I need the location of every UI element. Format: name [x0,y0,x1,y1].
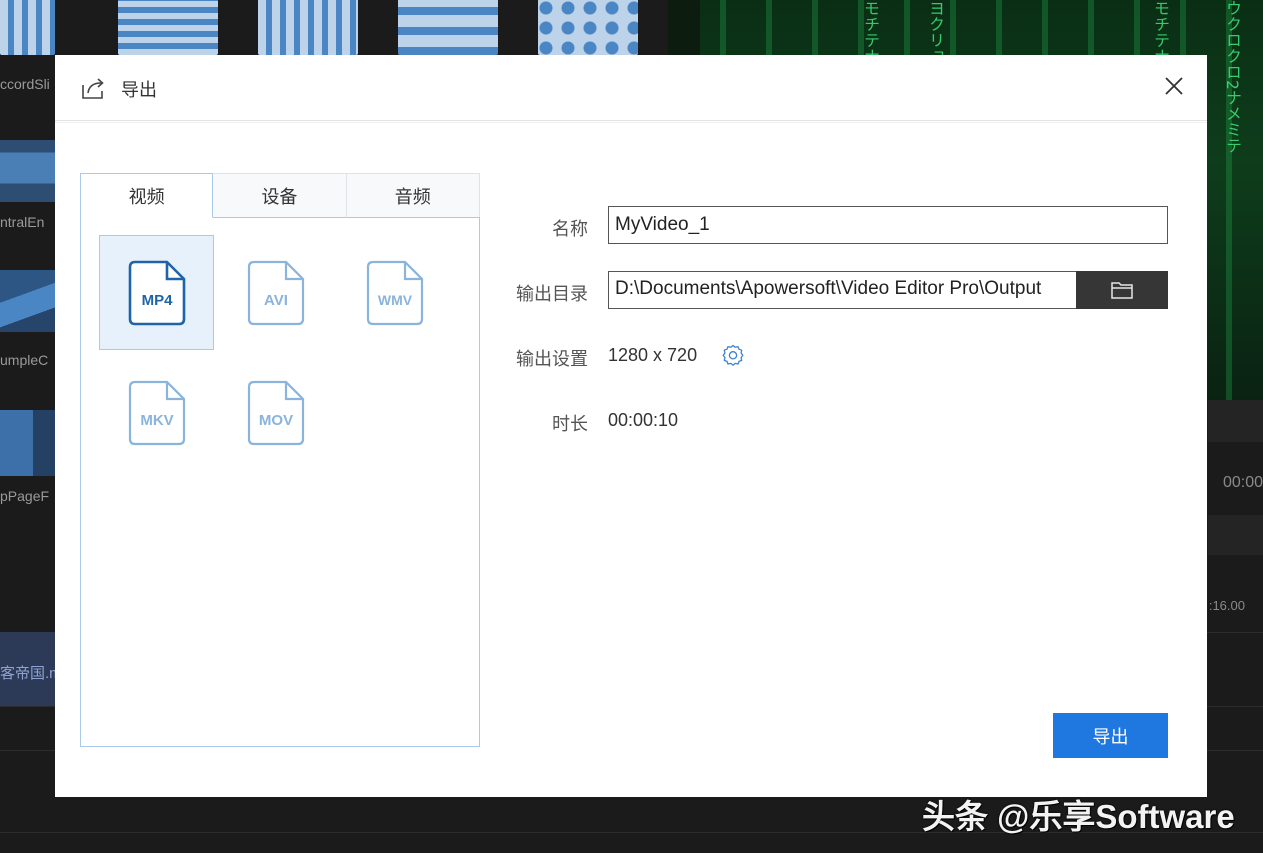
format-mov[interactable]: MOV [218,355,333,470]
matrix-glyphs: ウクロクロ2ナメミテ [1223,0,1242,154]
output-settings-value: 1280 x 720 [608,345,698,365]
file-mp4-icon: MP4 [128,260,185,325]
format-label: MKV [140,412,173,429]
file-mkv-icon: MKV [128,380,185,445]
effect-thumbnail[interactable] [118,0,218,55]
effect-thumbnail[interactable] [258,0,358,55]
output-dir-label: 输出目录 [516,284,588,304]
format-mkv[interactable]: MKV [99,355,214,470]
dialog-title: 导出 [121,80,157,100]
ruler-time-label: :16.00 [1208,598,1245,613]
effect-thumbnail[interactable] [0,0,55,55]
format-tabs: 视频 设备 音频 [80,173,480,218]
name-input[interactable] [608,206,1168,244]
format-label: AVI [264,292,288,309]
folder-icon [1111,282,1133,299]
effect-label: ccordSli [0,76,50,92]
output-settings-label: 输出设置 [516,349,588,369]
format-label: MOV [258,412,292,429]
effect-label: umpleC [0,352,49,368]
format-mp4[interactable]: MP4 [99,235,214,350]
duration-label: 时长 [552,414,588,434]
gear-icon[interactable] [720,343,746,369]
timeline-clip[interactable]: 客帝国.m [0,632,55,706]
effect-thumbnail[interactable] [0,270,55,332]
tab-device[interactable]: 设备 [213,173,347,218]
format-label: WMV [377,292,412,308]
close-icon[interactable] [1163,75,1185,97]
effect-thumbnail[interactable] [398,0,498,55]
file-mov-icon: MOV [247,380,304,445]
effect-label: ntralEn [0,214,45,230]
format-grid: MP4 AVI WMV MKV MOV [80,217,480,747]
file-wmv-icon: WMV [366,260,423,325]
export-button[interactable]: 导出 [1053,713,1168,758]
browse-folder-button[interactable] [1076,271,1168,309]
effect-thumbnail[interactable] [0,140,55,202]
format-avi[interactable]: AVI [218,235,333,350]
format-label: MP4 [141,292,173,309]
dialog-header: 导出 [55,55,1207,123]
playback-timecode: 00:00 [1222,474,1263,491]
name-label: 名称 [552,219,588,239]
format-panel: 视频 设备 音频 MP4 AVI WMV MKV MOV [80,173,480,747]
panel-strip [1208,400,1263,442]
tab-video[interactable]: 视频 [80,173,214,218]
format-wmv[interactable]: WMV [337,235,452,350]
watermark: 头条 @乐享Software [922,798,1235,835]
export-dialog: 导出 视频 设备 音频 MP4 AVI WMV MKV MOV 名称 MyVid… [55,55,1207,797]
file-avi-icon: AVI [247,260,304,325]
export-icon [82,78,104,99]
panel-strip [1208,515,1263,555]
effect-thumbnail[interactable] [538,0,638,55]
effect-label: pPageF [0,488,50,504]
duration-value: 00:00:10 [608,410,679,430]
tab-audio[interactable]: 音频 [346,173,480,218]
output-dir-field[interactable]: D:\Documents\Apowersoft\Video Editor Pro… [608,271,1076,309]
effect-thumbnail[interactable] [0,410,55,476]
